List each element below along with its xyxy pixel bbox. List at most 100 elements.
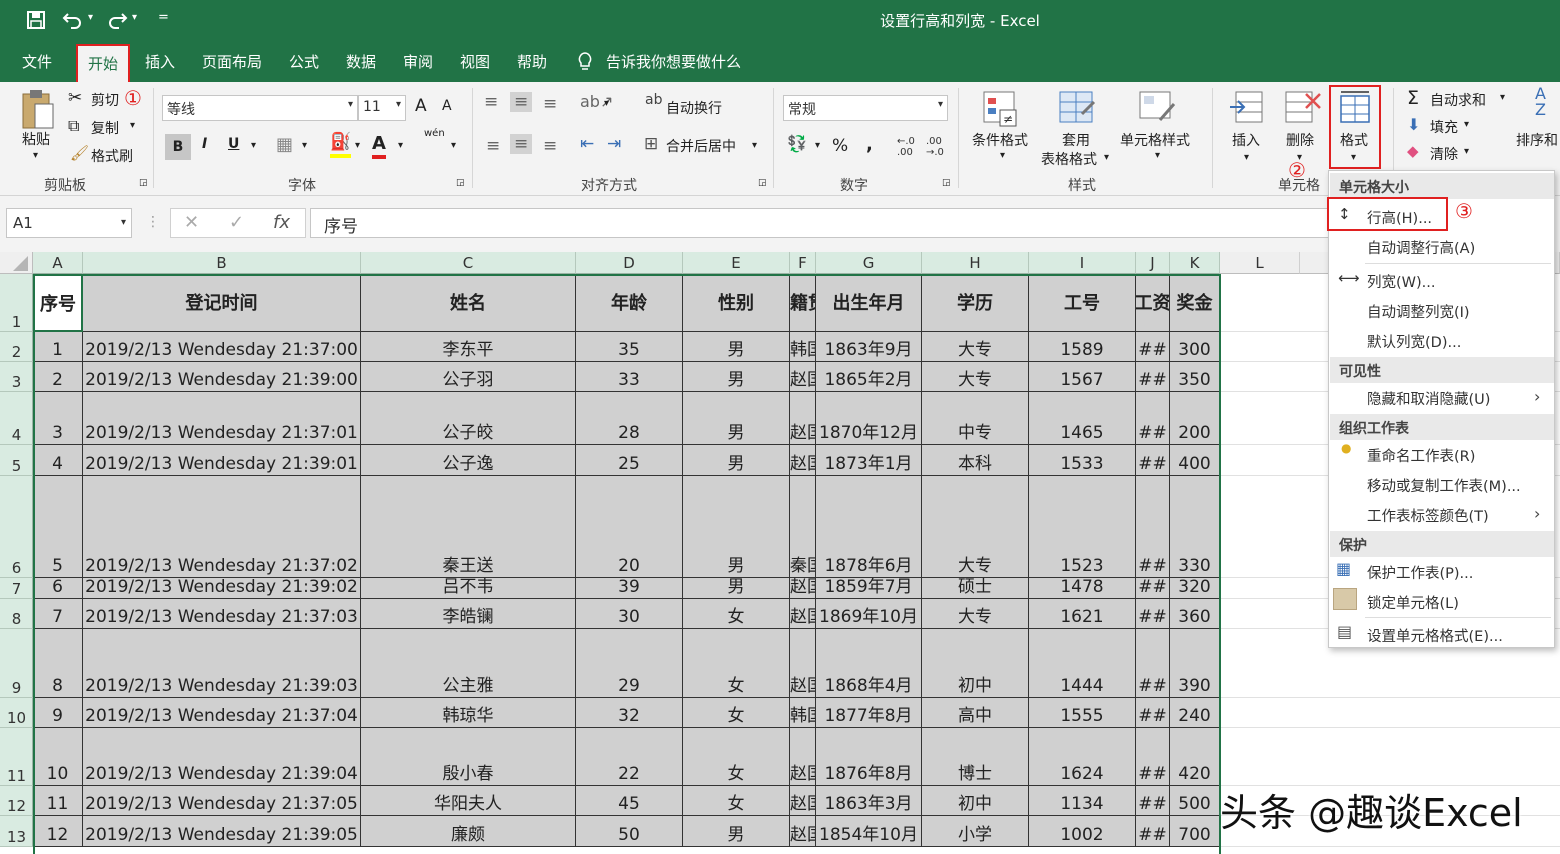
table-cell[interactable]: 20 [576,476,683,578]
autosum-dropdown-icon[interactable]: ▾ [1500,92,1505,103]
copy-dropdown-icon[interactable]: ▾ [130,120,135,131]
format-as-table-icon[interactable] [1058,90,1096,128]
table-cell[interactable]: 初中 [922,629,1029,698]
column-header-l[interactable]: L [1220,252,1300,274]
formula-input[interactable]: 序号 [310,208,1330,238]
table-cell[interactable]: 男 [683,578,790,599]
table-cell[interactable]: 2019/2/13 Wendesday 21:39:02 [83,578,361,599]
shrink-font-button[interactable]: A [442,98,452,114]
fill-dropdown-icon[interactable]: ▾ [1464,119,1469,130]
paste-button[interactable]: 粘贴 [22,129,50,149]
tell-me-search[interactable]: 告诉我你想要做什么 [606,51,741,72]
fill-button[interactable]: 填充 [1430,117,1458,137]
format-as-table-button-line2[interactable]: 表格格式 [1041,149,1097,169]
table-cell[interactable]: 10 [33,728,83,786]
table-header-cell[interactable]: 姓名 [361,274,576,332]
table-cell[interactable]: ## [1136,599,1170,629]
border-icon[interactable]: ▦ [276,134,293,155]
row-header-10[interactable]: 10 [0,698,33,728]
table-cell[interactable]: 1863年3月 [816,786,922,816]
menu-item-format-cells[interactable]: 设置单元格格式(E)... [1367,625,1503,646]
table-cell[interactable]: 240 [1170,698,1220,728]
row-header-3[interactable]: 3 [0,362,33,392]
table-cell[interactable]: 9 [33,698,83,728]
table-cell[interactable]: 公主雅 [361,629,576,698]
table-header-cell[interactable]: 工号 [1029,274,1136,332]
table-cell[interactable]: 1444 [1029,629,1136,698]
menu-item-rename-sheet[interactable]: 重命名工作表(R) [1367,445,1475,466]
paste-dropdown-icon[interactable]: ▾ [33,150,38,161]
menu-item-row-height[interactable]: 行高(H)... [1367,207,1432,228]
table-cell[interactable]: 2019/2/13 Wendesday 21:39:01 [83,445,361,476]
table-cell[interactable]: 硕士 [922,578,1029,599]
row-header-7[interactable]: 7 [0,578,33,599]
underline-button[interactable]: U [228,136,239,152]
sort-filter-icon[interactable]: AZ [1535,86,1546,118]
table-cell[interactable]: 秦王送 [361,476,576,578]
table-cell[interactable]: 男 [683,332,790,362]
table-cell[interactable]: 1478 [1029,578,1136,599]
table-cell[interactable]: 1589 [1029,332,1136,362]
table-cell[interactable]: 1134 [1029,786,1136,816]
sort-filter-button[interactable]: 排序和 [1516,130,1558,150]
tab-insert[interactable]: 插入 [145,51,175,72]
table-cell[interactable]: 初中 [922,786,1029,816]
clipboard-launcher-icon[interactable]: ◲ [139,178,148,188]
table-cell[interactable]: 3 [33,392,83,445]
border-dropdown-icon[interactable]: ▾ [302,140,307,151]
table-cell[interactable]: 50 [576,816,683,847]
accounting-dropdown-icon[interactable]: ▾ [815,140,820,151]
table-cell[interactable]: 2019/2/13 Wendesday 21:39:05 [83,816,361,847]
table-cell[interactable]: 李皓镧 [361,599,576,629]
table-cell[interactable]: 200 [1170,392,1220,445]
phonetic-dropdown-icon[interactable]: ▾ [451,140,456,151]
table-cell[interactable]: 赵国 [790,728,816,786]
table-cell[interactable]: 公子羽 [361,362,576,392]
table-cell[interactable]: 390 [1170,629,1220,698]
table-header-cell[interactable]: 奖金 [1170,274,1220,332]
align-left-icon[interactable]: ≡ [486,136,500,156]
column-header-e[interactable]: E [683,252,790,274]
tab-file[interactable]: 文件 [22,51,52,72]
menu-item-hide-unhide[interactable]: 隐藏和取消隐藏(U) [1367,388,1490,409]
row-header-9[interactable]: 9 [0,629,33,698]
table-cell[interactable]: 420 [1170,728,1220,786]
table-cell[interactable]: 2019/2/13 Wendesday 21:37:00 [83,332,361,362]
table-cell[interactable]: ## [1136,392,1170,445]
align-top-icon[interactable]: ≡ [484,92,498,112]
table-cell[interactable]: 1869年10月 [816,599,922,629]
tab-view[interactable]: 视图 [460,51,490,72]
table-cell[interactable]: 500 [1170,786,1220,816]
table-cell[interactable]: 1859年7月 [816,578,922,599]
table-cell[interactable]: 赵国 [790,362,816,392]
table-cell[interactable]: 12 [33,816,83,847]
alignment-launcher-icon[interactable]: ◲ [758,178,767,188]
table-cell[interactable]: 320 [1170,578,1220,599]
column-header-c[interactable]: C [361,252,576,274]
table-cell[interactable]: 1523 [1029,476,1136,578]
table-header-cell[interactable]: 工资 [1136,274,1170,332]
table-cell[interactable]: 中专 [922,392,1029,445]
cut-button[interactable]: 剪切 [91,90,119,110]
fill-color-dropdown-icon[interactable]: ▾ [355,140,360,151]
table-cell[interactable]: 赵国 [790,392,816,445]
row-header-6[interactable]: 6 [0,476,33,578]
cell-a1-selected[interactable]: 序号 [33,274,83,332]
row-header-11[interactable]: 11 [0,728,33,786]
table-cell[interactable]: 33 [576,362,683,392]
italic-button[interactable]: I [202,136,207,152]
grow-font-button[interactable]: A [415,96,427,116]
table-cell[interactable]: 赵国 [790,445,816,476]
column-header-j[interactable]: J [1136,252,1170,274]
table-cell[interactable]: 1873年1月 [816,445,922,476]
table-cell[interactable]: 1621 [1029,599,1136,629]
tab-home[interactable]: 开始 [76,44,131,82]
table-header-cell[interactable]: 登记时间 [83,274,361,332]
table-cell[interactable]: 11 [33,786,83,816]
table-cell[interactable]: 1854年10月 [816,816,922,847]
format-painter-button[interactable]: 格式刷 [91,146,133,166]
table-cell[interactable]: 赵国 [790,786,816,816]
table-cell[interactable]: 2019/2/13 Wendesday 21:37:02 [83,476,361,578]
table-cell[interactable]: 1555 [1029,698,1136,728]
column-header-b[interactable]: B [83,252,361,274]
